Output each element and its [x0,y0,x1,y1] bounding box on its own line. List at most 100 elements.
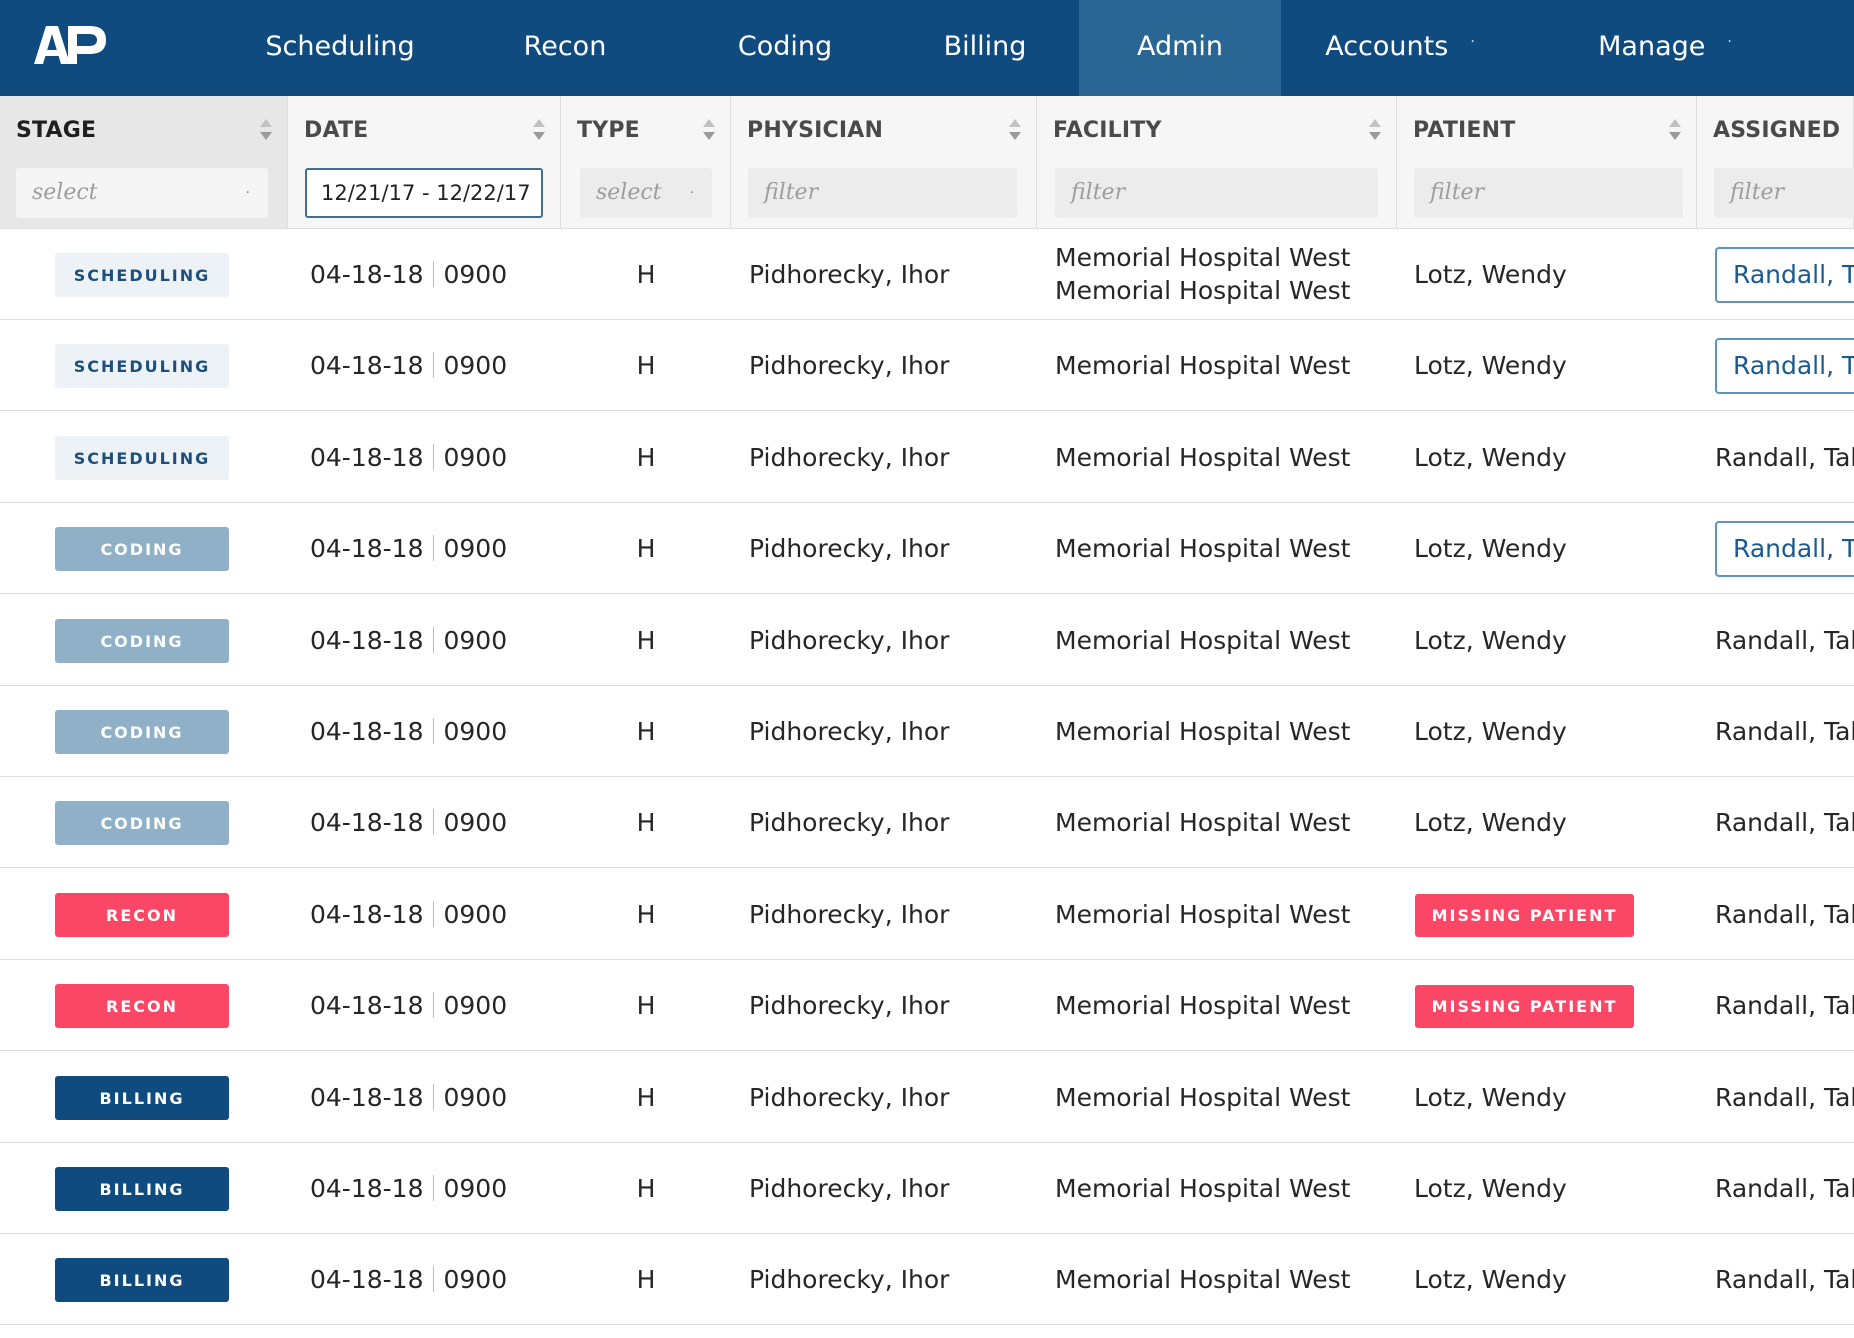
stage-badge[interactable]: RECON [55,984,229,1028]
facility-cell: Memorial Hospital West [1055,807,1351,837]
date-cell: 04-18-18 0900 [310,1143,507,1233]
stage-badge[interactable]: BILLING [55,1258,229,1302]
time-value: 0900 [443,625,508,655]
nav-item-billing[interactable]: Billing [890,0,1080,96]
sort-arrows-icon[interactable] [1368,116,1382,146]
table-row[interactable]: RECON 04-18-18 0900 H Pidhorecky, Ihor Memori… [0,869,1854,960]
stage-badge[interactable]: CODING [55,619,229,663]
date-cell: 04-18-18 0900 [310,503,507,593]
table-header: STAGE select · DATE 12/21/17 - 12/22/17 TYPE s… [0,96,1854,229]
nav-item-recon[interactable]: Recon [470,0,660,96]
nav-item-scheduling[interactable]: Scheduling [240,0,440,96]
stage-badge[interactable]: CODING [55,801,229,845]
time-value: 0900 [443,716,508,746]
date-cell: 04-18-18 0900 [310,869,507,959]
assigned-select-button[interactable]: Randall, Ta [1715,338,1854,394]
date-cell: 04-18-18 0900 [310,229,507,319]
stage-badge[interactable]: SCHEDULING [55,253,229,297]
physician-filter-input[interactable]: filter [748,168,1017,218]
stage-badge[interactable]: SCHEDULING [55,344,229,388]
table-row[interactable]: RECON 04-18-18 0900 H Pidhorecky, Ihor Memori… [0,960,1854,1051]
nav-item-label: Scheduling [265,31,415,62]
sort-arrows-icon[interactable] [259,116,273,146]
type-cell: H [636,716,656,746]
stage-badge[interactable]: BILLING [55,1076,229,1120]
time-value: 0900 [443,1264,508,1294]
type-cell: H [636,807,656,837]
time-value: 0900 [443,1173,508,1203]
ap-logo-icon[interactable] [30,18,110,68]
table-row[interactable]: SCHEDULING 04-18-18 0900 H Pidhorecky, Ihor M… [0,412,1854,503]
divider [433,535,435,561]
column-header-physician[interactable]: PHYSICIAN filter [731,96,1037,228]
missing-patient-badge[interactable]: MISSING PATIENT [1415,985,1634,1028]
divider [433,444,435,470]
filter-text: filter [1071,180,1126,205]
column-header-date[interactable]: DATE 12/21/17 - 12/22/17 [288,96,561,228]
column-header-patient[interactable]: PATIENT filter [1397,96,1697,228]
assigned-filter-input[interactable]: filter [1714,168,1854,218]
column-label: ASSIGNED [1713,118,1841,143]
table-row[interactable]: CODING 04-18-18 0900 H Pidhorecky, Ihor Memor… [0,595,1854,686]
dropdown-caret-icon: · [1727,33,1732,50]
physician-cell: Pidhorecky, Ihor [749,1173,950,1203]
facility-cell: Memorial Hospital West [1055,899,1351,929]
date-cell: 04-18-18 0900 [310,686,507,776]
facility-cell: Memorial Hospital West [1055,716,1351,746]
date-cell: 04-18-18 0900 [310,1234,507,1324]
stage-badge[interactable]: CODING [55,527,229,571]
divider [433,1175,435,1201]
time-value: 0900 [443,259,508,289]
date-value: 04-18-18 [310,807,424,837]
column-label: STAGE [16,118,97,143]
patient-filter-input[interactable]: filter [1414,168,1683,218]
nav-item-coding[interactable]: Coding [680,0,890,96]
table-row[interactable]: SCHEDULING 04-18-18 0900 H Pidhorecky, Ihor M… [0,229,1854,320]
table-row[interactable]: CODING 04-18-18 0900 H Pidhorecky, Ihor Memor… [0,777,1854,868]
column-label: FACILITY [1053,118,1162,143]
assigned-cell: Randall, Tah [1715,1082,1854,1112]
stage-badge[interactable]: CODING [55,710,229,754]
nav-item-label: Admin [1136,31,1224,62]
column-header-type[interactable]: TYPE select · [561,96,731,228]
missing-patient-badge[interactable]: MISSING PATIENT [1415,894,1634,937]
date-value: 04-18-18 [310,625,424,655]
assigned-select-button[interactable]: Randall, Ta [1715,521,1854,577]
nav-item-manage[interactable]: Manage · [1540,0,1790,96]
divider [433,261,435,287]
table-row[interactable]: SCHEDULING 04-18-18 0900 H Pidhorecky, Ihor M… [0,320,1854,411]
table-row[interactable]: CODING 04-18-18 0900 H Pidhorecky, Ihor Memor… [0,686,1854,777]
nav-item-accounts[interactable]: Accounts · [1300,0,1500,96]
sort-arrows-icon[interactable] [1008,116,1022,146]
sort-arrows-icon[interactable] [702,116,716,146]
date-cell: 04-18-18 0900 [310,1052,507,1142]
column-header-assigned[interactable]: ASSIGNED filter [1697,96,1854,228]
table-row[interactable]: CODING 04-18-18 0900 H Pidhorecky, Ihor Memor… [0,503,1854,594]
type-select[interactable]: select · [580,168,712,218]
facility-filter-input[interactable]: filter [1055,168,1378,218]
time-value: 0900 [443,807,508,837]
column-header-facility[interactable]: FACILITY filter [1037,96,1397,228]
nav-item-label: Manage [1598,31,1706,62]
assigned-cell: Randall, Tah [1715,625,1854,655]
stage-badge[interactable]: SCHEDULING [55,436,229,480]
date-value: 04-18-18 [310,1082,424,1112]
table-row[interactable]: BILLING 04-18-18 0900 H Pidhorecky, Ihor Memo… [0,1234,1854,1325]
table-row[interactable]: BILLING 04-18-18 0900 H Pidhorecky, Ihor Memo… [0,1143,1854,1234]
stage-badge[interactable]: RECON [55,893,229,937]
sort-arrows-icon[interactable] [532,116,546,146]
date-value: 04-18-18 [310,990,424,1020]
assigned-select-button[interactable]: Randall, Ta [1715,247,1854,303]
column-header-stage[interactable]: STAGE select · [0,96,288,228]
stage-badge[interactable]: BILLING [55,1167,229,1211]
facility-cell: Memorial Hospital West [1055,442,1351,472]
date-cell: 04-18-18 0900 [310,595,507,685]
dropdown-caret-icon: · [1470,33,1475,50]
physician-cell: Pidhorecky, Ihor [749,990,950,1020]
sort-arrows-icon[interactable] [1668,116,1682,146]
table-row[interactable]: BILLING 04-18-18 0900 H Pidhorecky, Ihor Memo… [0,1052,1854,1143]
facility-cell: Memorial Hospital West [1055,1173,1351,1203]
nav-item-admin[interactable]: Admin [1079,0,1281,96]
date-range-input[interactable]: 12/21/17 - 12/22/17 [305,168,543,218]
stage-select[interactable]: select · [16,168,268,218]
